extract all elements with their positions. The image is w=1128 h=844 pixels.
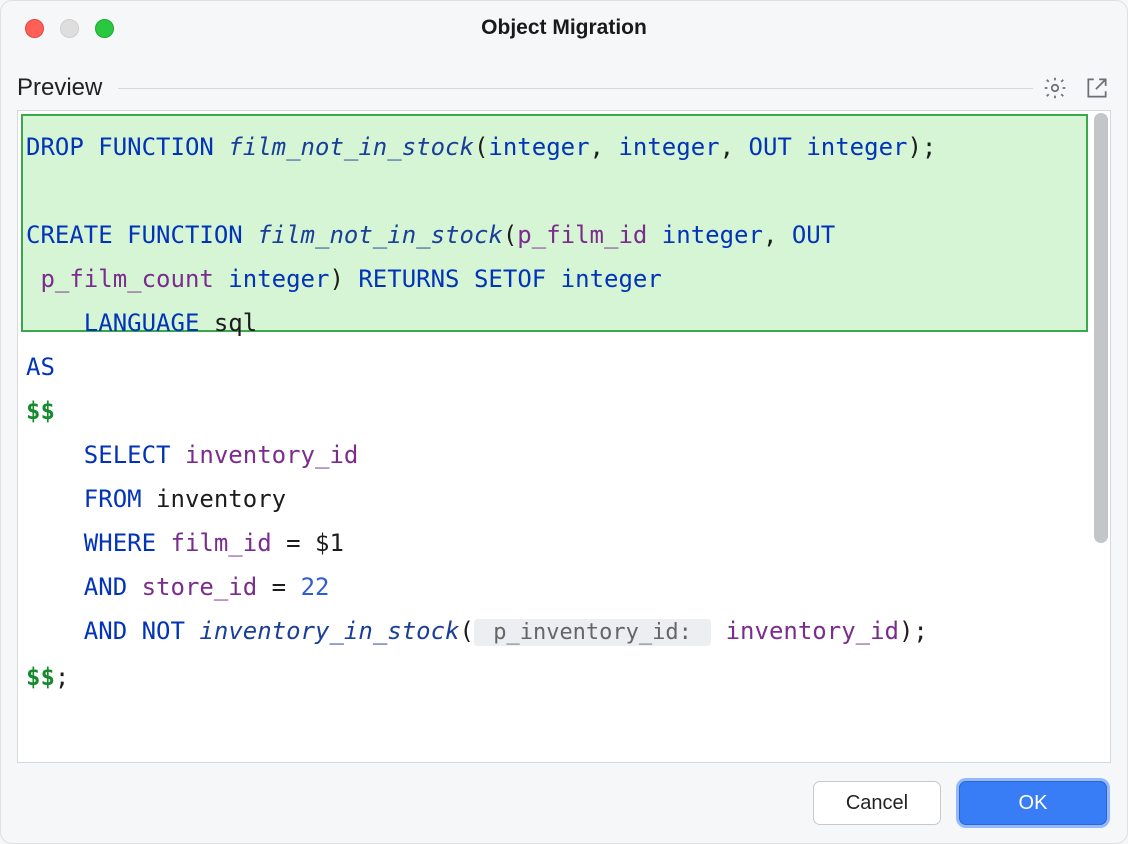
type: integer (488, 133, 589, 161)
spacer (185, 617, 199, 645)
section-header: Preview (17, 74, 1111, 102)
punct: , (763, 221, 792, 249)
dollar-quote: $$ (26, 397, 55, 425)
indent (26, 617, 84, 645)
code-preview[interactable]: DROP FUNCTION film_not_in_stock(integer,… (17, 110, 1111, 763)
keyword: DROP (26, 133, 84, 161)
identifier: store_id (142, 573, 258, 601)
indent (26, 529, 84, 557)
keyword: AND (84, 573, 127, 601)
number: 22 (301, 573, 330, 601)
operator: = (272, 529, 315, 557)
section-toolbar (1041, 74, 1111, 102)
punct: ( (503, 221, 517, 249)
spacer (171, 441, 185, 469)
keyword: AS (26, 353, 55, 381)
spacer (199, 309, 213, 337)
gear-icon[interactable] (1041, 74, 1069, 102)
dialog-footer: Cancel OK (813, 781, 1107, 825)
spacer (792, 133, 806, 161)
keyword: FUNCTION (98, 133, 214, 161)
punct: ; (55, 663, 69, 691)
punct: ( (474, 133, 488, 161)
parameter-hint: p_inventory_id: (474, 619, 711, 646)
section-separator (118, 88, 1033, 89)
type: integer (662, 221, 763, 249)
punct: ); (899, 617, 928, 645)
indent (26, 573, 84, 601)
keyword: FUNCTION (127, 221, 243, 249)
minimize-window-button[interactable] (60, 19, 79, 38)
keyword: CREATE (26, 221, 113, 249)
keyword: WHERE (84, 529, 156, 557)
function-name: inventory_in_stock (199, 617, 459, 645)
identifier: p_film_count (40, 265, 213, 293)
code-text: DROP FUNCTION film_not_in_stock(integer,… (26, 125, 1086, 699)
identifier: film_id (171, 529, 272, 557)
cancel-button[interactable]: Cancel (813, 781, 941, 825)
keyword: OUT (749, 133, 792, 161)
punct: , (590, 133, 619, 161)
type: integer (806, 133, 907, 161)
keyword: FROM (84, 485, 142, 513)
spacer (647, 221, 661, 249)
punct: , (720, 133, 749, 161)
punct: ); (907, 133, 936, 161)
identifier: inventory_id (185, 441, 358, 469)
type: integer (561, 265, 662, 293)
function-name: film_not_in_stock (257, 221, 503, 249)
indent (26, 441, 84, 469)
spacer (156, 529, 170, 557)
keyword: RETURNS (358, 265, 459, 293)
spacer (26, 265, 40, 293)
identifier: inventory (156, 485, 286, 513)
content-area: Preview DROP FUNCTION film_not_in_stock(… (17, 74, 1111, 763)
keyword: SETOF (474, 265, 546, 293)
spacer (460, 265, 474, 293)
spacer (546, 265, 560, 293)
close-window-button[interactable] (25, 19, 44, 38)
keyword: SELECT (84, 441, 171, 469)
ok-button[interactable]: OK (959, 781, 1107, 825)
dollar-quote: $$ (26, 663, 55, 691)
titlebar: Object Migration (1, 1, 1127, 55)
keyword: LANGUAGE (84, 309, 200, 337)
section-title: Preview (17, 74, 110, 102)
spacer (214, 265, 228, 293)
identifier: p_film_id (517, 221, 647, 249)
spacer (127, 617, 141, 645)
punct: ) (329, 265, 358, 293)
keyword: AND (84, 617, 127, 645)
fullscreen-window-button[interactable] (95, 19, 114, 38)
type: integer (228, 265, 329, 293)
popout-icon[interactable] (1083, 74, 1111, 102)
window-title: Object Migration (1, 16, 1127, 40)
keyword: NOT (142, 617, 185, 645)
identifier: sql (214, 309, 257, 337)
scrollbar[interactable] (1094, 113, 1108, 543)
indent (26, 309, 84, 337)
operator: = (257, 573, 300, 601)
type: integer (618, 133, 719, 161)
punct: ( (460, 617, 474, 645)
keyword: OUT (792, 221, 835, 249)
spacer (127, 573, 141, 601)
spacer (142, 485, 156, 513)
indent (26, 485, 84, 513)
identifier: inventory_id (726, 617, 899, 645)
param: $1 (315, 529, 344, 557)
function-name: film_not_in_stock (228, 133, 474, 161)
traffic-lights (1, 19, 114, 38)
